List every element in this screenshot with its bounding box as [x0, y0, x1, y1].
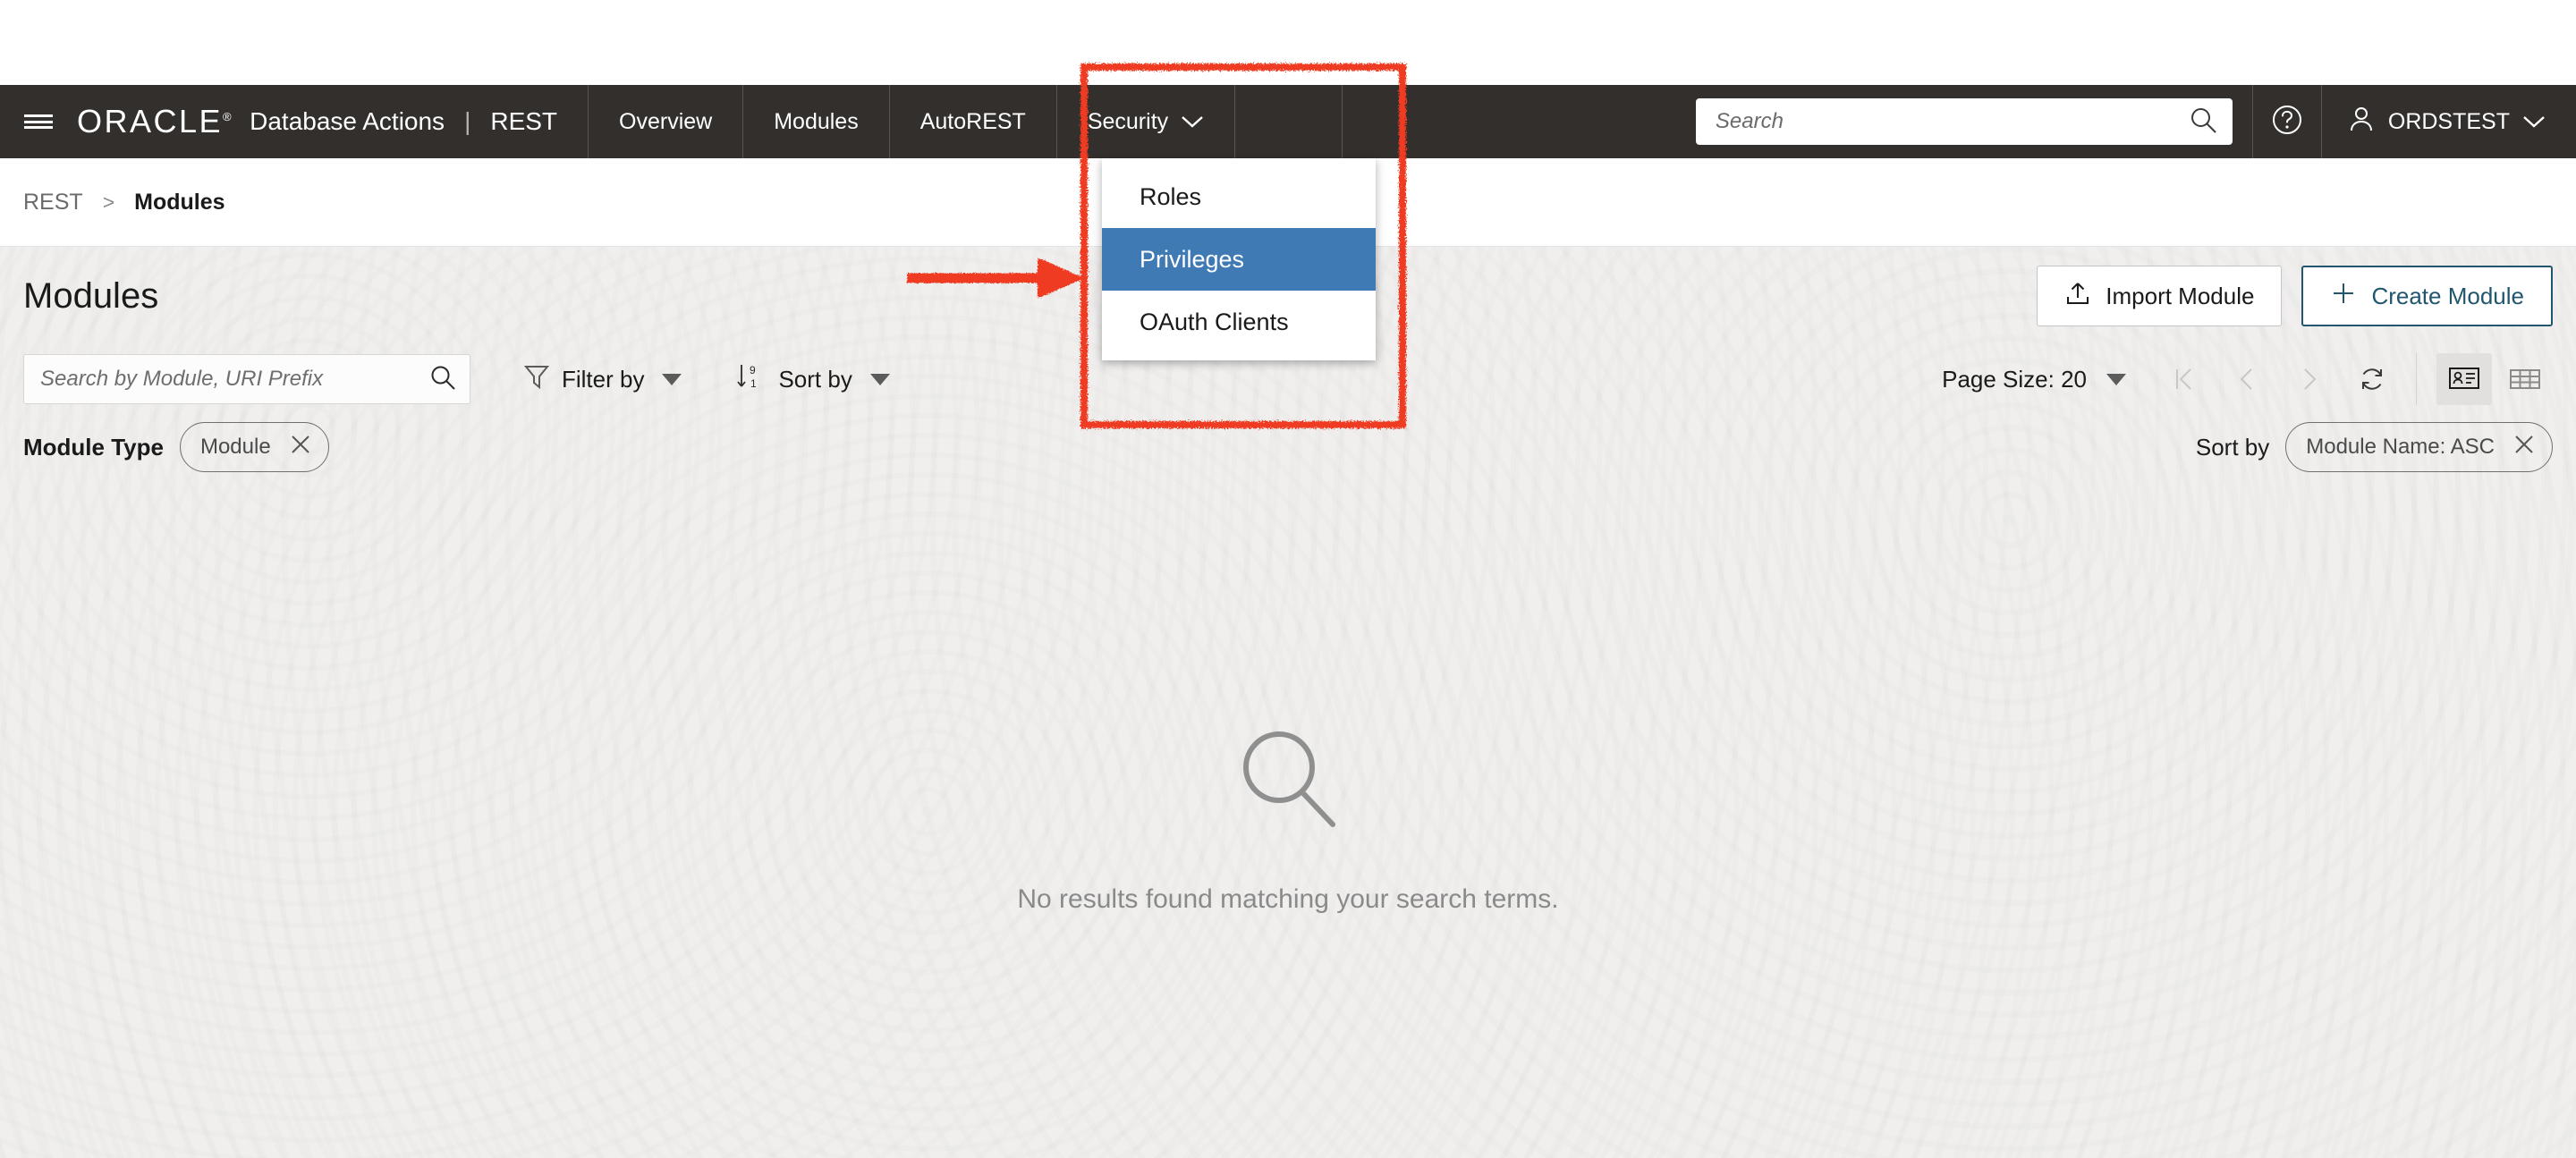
- empty-state: No results found matching your search te…: [0, 481, 2576, 1158]
- brand-area: ORACLE® Database Actions | REST: [77, 85, 589, 158]
- chevron-down-icon: [662, 373, 682, 385]
- import-module-button[interactable]: Import Module: [2037, 266, 2283, 326]
- nav-tab-overview[interactable]: Overview: [589, 85, 744, 158]
- nav-tab-modules-label: Modules: [774, 108, 859, 134]
- user-icon: [2347, 105, 2376, 139]
- sort-az-icon: 9 1: [735, 362, 766, 397]
- security-menu-item-oauth-clients[interactable]: OAuth Clients: [1102, 291, 1376, 353]
- chevron-down-icon: [869, 373, 890, 385]
- nav-tab-autorest[interactable]: AutoREST: [890, 85, 1057, 158]
- top-navigation-bar: ORACLE® Database Actions | REST Overview…: [0, 85, 2576, 158]
- svg-text:1: 1: [750, 377, 757, 390]
- filter-by-button[interactable]: Filter by: [523, 363, 682, 396]
- breadcrumb-link-rest[interactable]: REST: [23, 190, 83, 216]
- module-search-input[interactable]: [40, 367, 428, 392]
- main-content: Modules Import Module Create Module Sear…: [0, 247, 2576, 1158]
- table-view-icon[interactable]: [2497, 353, 2553, 405]
- help-button[interactable]: [2251, 85, 2322, 158]
- toolbar-right-group: Page Size: 20: [1942, 353, 2553, 405]
- previous-page-icon[interactable]: [2219, 354, 2275, 404]
- nav-tab-security[interactable]: Security: [1057, 85, 1236, 158]
- sort-by-chip-label: Module Name: ASC: [2306, 435, 2495, 459]
- sort-by-filter-label: Sort by: [2195, 433, 2270, 461]
- magnifier-icon: [1230, 724, 1346, 845]
- module-type-filter-label: Module Type: [23, 433, 164, 461]
- page-title: Modules: [23, 275, 159, 316]
- plus-icon: [2330, 280, 2357, 313]
- close-x-icon[interactable]: [289, 433, 312, 461]
- sort-filter-group: Sort by Module Name: ASC: [2196, 422, 2553, 472]
- sort-by-label: Sort by: [778, 365, 852, 393]
- sort-by-filter-chip[interactable]: Module Name: ASC: [2285, 422, 2553, 472]
- svg-text:9: 9: [750, 364, 756, 376]
- empty-state-message: No results found matching your search te…: [1017, 884, 1559, 914]
- search-icon[interactable]: [428, 363, 457, 396]
- active-filters-row: Module Type Module Sort by Module Name: …: [0, 413, 2576, 481]
- view-toggle-group: [2416, 353, 2553, 405]
- nav-tab-spacer: [1235, 85, 1343, 158]
- security-menu-item-oauth-clients-label: OAuth Clients: [1140, 308, 1289, 335]
- security-menu-item-privileges-label: Privileges: [1140, 245, 1245, 273]
- nav-tab-autorest-label: AutoREST: [919, 108, 1026, 134]
- oracle-logo-text: ORACLE: [77, 103, 224, 139]
- create-module-button[interactable]: Create Module: [2301, 266, 2553, 326]
- user-menu-button[interactable]: ORDSTEST: [2322, 85, 2576, 158]
- security-dropdown-menu: Roles Privileges OAuth Clients: [1102, 158, 1376, 360]
- pagination-controls: [2157, 354, 2400, 404]
- help-circle-icon: [2270, 103, 2304, 141]
- card-view-icon[interactable]: [2436, 353, 2492, 405]
- oracle-logo: ORACLE®: [77, 103, 233, 140]
- next-page-icon[interactable]: [2282, 354, 2337, 404]
- funnel-icon: [523, 363, 550, 396]
- import-module-label: Import Module: [2106, 282, 2255, 309]
- page-size-label: Page Size: 20: [1942, 365, 2087, 393]
- hamburger-menu-icon[interactable]: [0, 85, 77, 158]
- security-menu-item-roles-label: Roles: [1140, 182, 1202, 210]
- filter-by-label: Filter by: [562, 365, 645, 393]
- global-search-box[interactable]: [1695, 98, 2233, 145]
- header-right-group: ORDSTEST: [1676, 85, 2576, 158]
- global-search-wrap: [1676, 85, 2252, 158]
- nav-tab-modules[interactable]: Modules: [743, 85, 890, 158]
- close-x-icon[interactable]: [2512, 433, 2536, 461]
- sort-by-button[interactable]: 9 1 Sort by: [735, 362, 890, 397]
- first-page-icon[interactable]: [2157, 354, 2212, 404]
- brand-divider: |: [464, 107, 471, 135]
- search-icon[interactable]: [2188, 105, 2218, 139]
- security-menu-item-privileges[interactable]: Privileges: [1102, 228, 1376, 291]
- page-header-actions: Import Module Create Module: [2037, 266, 2553, 326]
- breadcrumb-current-modules: Modules: [134, 189, 225, 215]
- user-name-label: ORDSTEST: [2387, 108, 2510, 134]
- registered-mark: ®: [223, 110, 234, 123]
- upload-icon: [2064, 280, 2091, 313]
- product-name: Database Actions: [250, 107, 445, 135]
- chevron-down-icon: [2106, 373, 2126, 385]
- nav-tab-overview-label: Overview: [619, 108, 713, 134]
- create-module-label: Create Module: [2371, 282, 2524, 309]
- security-menu-item-roles[interactable]: Roles: [1102, 165, 1376, 228]
- nav-tabs: Overview Modules AutoREST Security: [589, 85, 1343, 158]
- global-search-input[interactable]: [1715, 109, 2188, 134]
- page-size-selector[interactable]: Page Size: 20: [1942, 366, 2126, 393]
- chevron-down-icon: [2522, 109, 2546, 135]
- nav-tab-security-label: Security: [1087, 108, 1169, 134]
- module-type-chip-label: Module: [199, 435, 271, 459]
- module-search-box[interactable]: [23, 354, 470, 404]
- refresh-icon[interactable]: [2344, 354, 2400, 404]
- breadcrumb-separator-icon: >: [102, 190, 115, 214]
- section-name: REST: [490, 107, 558, 135]
- chevron-down-icon: [1181, 109, 1204, 135]
- module-type-filter-chip[interactable]: Module: [179, 422, 329, 472]
